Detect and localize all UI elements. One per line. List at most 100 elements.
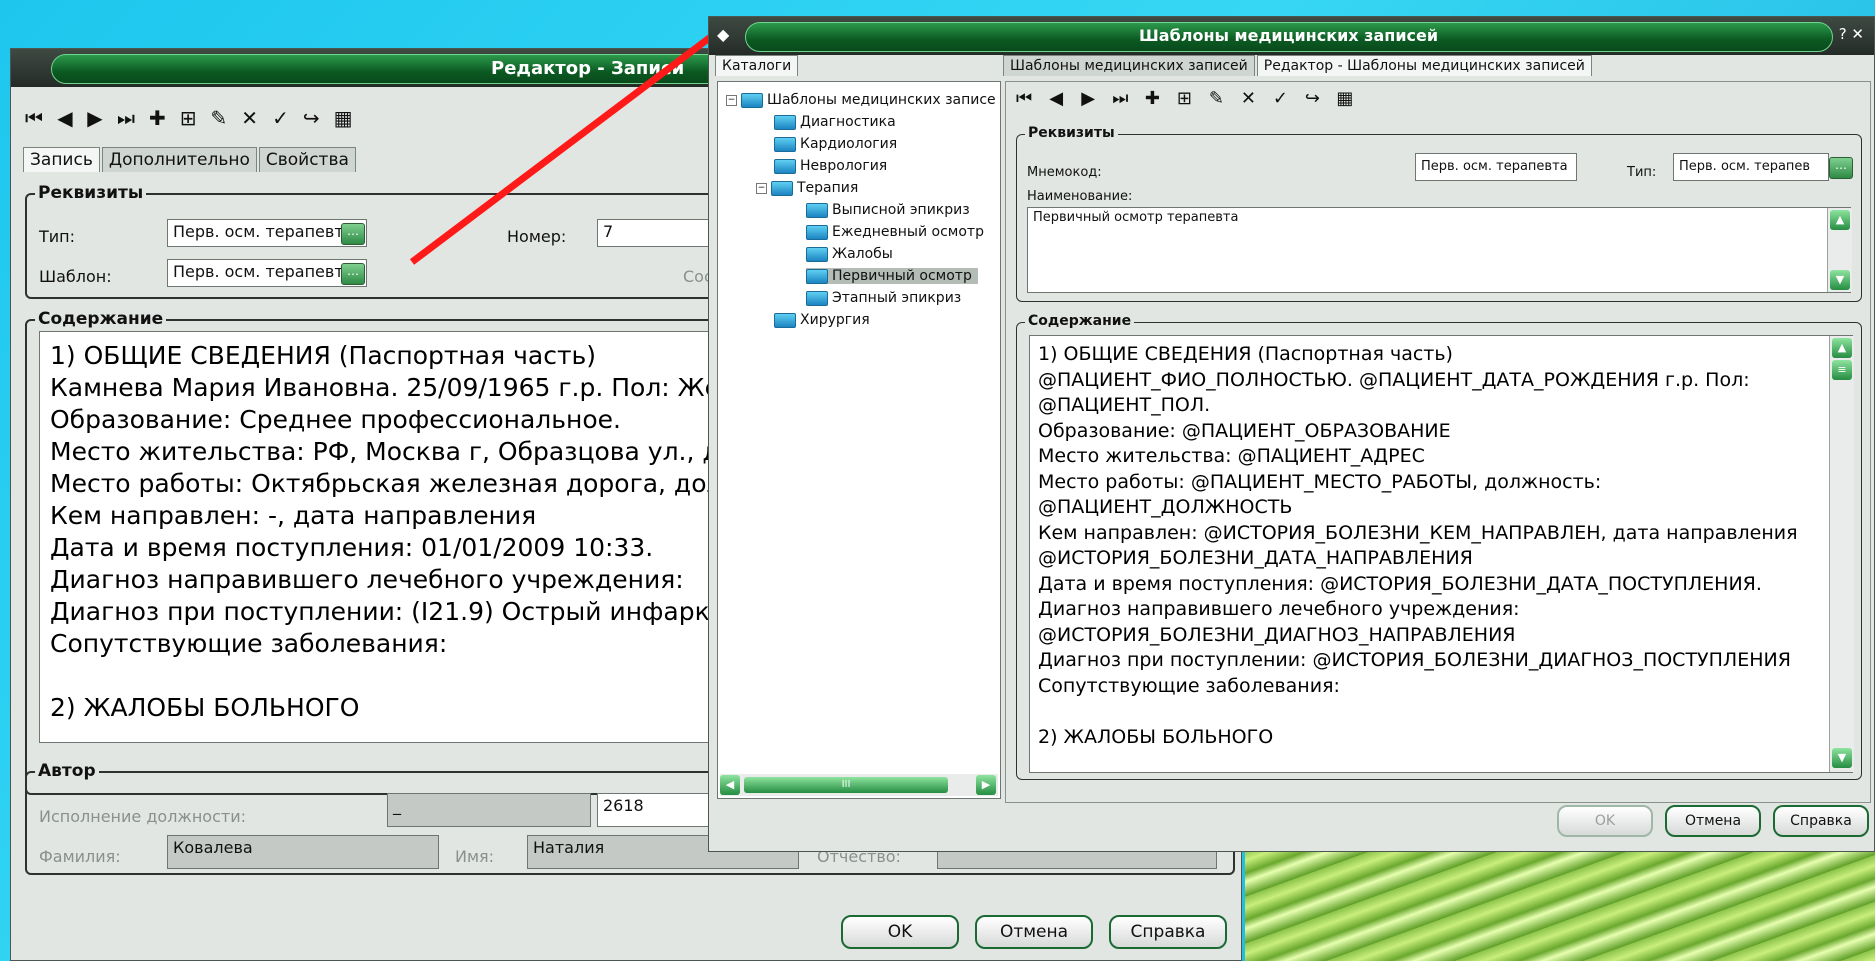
tree-hscrollbar[interactable]: ◀ III ▶ [720,774,998,796]
content-line: Сопутствующие заболевания: [1038,674,1340,697]
tree-label: Выписной эпикриз [832,202,970,218]
content-line: @ИСТОРИЯ_БОЛЕЗНИ_ДИАГНОЗ_НАПРАВЛЕНИЯ [1038,623,1516,646]
prev-record-icon[interactable]: ◀ [1048,88,1064,110]
folder-icon [806,224,828,240]
folder-icon [774,312,796,328]
content-line: Кем направлен: @ИСТОРИЯ_БОЛЕЗНИ_КЕМ_НАПР… [1038,521,1798,544]
tree-item-neurology[interactable]: Неврология [774,158,887,174]
content-line: Образование: @ПАЦИЕНТ_ОБРАЗОВАНИЕ [1038,419,1451,442]
redo-icon[interactable]: ↪ [1304,88,1320,110]
folder-icon [806,246,828,262]
apply-icon[interactable]: ✓ [1272,88,1288,110]
tree-label: Ежедневный осмотр [832,224,984,240]
tree-item-surgery[interactable]: Хирургия [774,312,870,328]
add-copy-icon[interactable]: ⊞ [1176,88,1192,110]
content-line: Диагноз при поступлении: @ИСТОРИЯ_БОЛЕЗН… [1038,649,1791,671]
calculator-icon[interactable]: ▦ [1336,88,1353,110]
name-field[interactable]: Первичный осмотр терапевта [1027,207,1851,293]
content-line: Место жительства: @ПАЦИЕНТ_АДРЕС [1038,445,1425,467]
scroll-down-icon[interactable]: ▼ [1832,748,1852,768]
templates-toolbar: ⏮ ◀ ▶ ⏭ ✚ ⊞ ✎ ✕ ✓ ↪ ▦ [1016,88,1353,110]
tree-label: Неврология [800,158,888,174]
templates-requisites-group: Реквизиты Мнемокод: Перв. осм. терапевта… [1016,125,1862,302]
folder-icon [741,92,763,108]
ok-button[interactable]: OK [1557,805,1653,837]
content-vscrollbar[interactable]: ▲ ≡ ▼ [1829,336,1854,772]
edit-icon[interactable]: ✎ [1208,88,1224,110]
name-vscrollbar[interactable]: ▲ ▼ [1827,208,1852,292]
folder-icon [774,114,796,130]
add-icon[interactable]: ✚ [1144,88,1160,110]
folder-icon [806,268,828,284]
tab-templates-editor[interactable]: Редактор - Шаблоны медицинских записей [1256,55,1592,76]
name-value: Первичный осмотр терапевта [1033,210,1239,225]
catalog-tree-pane: − Шаблоны медицинских записе Диагностика … [717,81,1001,799]
content-line: @ПАЦИЕНТ_ДОЛЖНОСТЬ [1038,496,1293,518]
scroll-down-icon[interactable]: ▼ [1830,270,1850,290]
templates-titlebar[interactable]: ◆ Шаблоны медицинских записей ? ✕ [709,17,1874,55]
folder-icon [806,290,828,306]
tree-label: Хирургия [800,312,870,328]
content-line: Дата и время поступления: @ИСТОРИЯ_БОЛЕЗ… [1038,572,1762,595]
content-label: Содержание [1025,313,1135,329]
content-line: 2) ЖАЛОБЫ БОЛЬНОГО [1038,725,1274,748]
templates-content-group: Содержание 1) ОБЩИЕ СВЕДЕНИЯ (Паспортная… [1016,313,1862,780]
folder-icon [774,136,796,152]
collapse-icon[interactable]: − [756,182,767,194]
mnemo-field[interactable]: Перв. осм. терапевта [1415,153,1577,181]
content-line: 1) ОБЩИЕ СВЕДЕНИЯ (Паспортная часть) [1038,343,1453,365]
tree-label: Первичный осмотр [832,268,972,284]
scroll-left-icon[interactable]: ◀ [720,775,740,795]
catalog-tab[interactable]: Каталоги [715,55,799,76]
templates-tabs: Шаблоны медицинских записей Редактор - Ш… [1003,55,1592,76]
mnemo-label: Мнемокод: [1027,165,1102,180]
tab-templates-list[interactable]: Шаблоны медицинских записей [1003,55,1255,76]
tree-root[interactable]: − Шаблоны медицинских записе [726,92,996,108]
folder-icon [771,180,793,196]
tree-item-discharge[interactable]: Выписной эпикриз [806,202,970,218]
content-line: Диагноз направившего лечебного учреждени… [1038,598,1520,620]
tree-item-stage[interactable]: Этапный эпикриз [806,290,961,306]
tree-item-cardiology[interactable]: Кардиология [774,136,897,152]
type-field[interactable]: Перв. осм. терапев [1673,153,1829,181]
type-label: Тип: [1627,165,1657,180]
scroll-thumb[interactable]: ≡ [1832,360,1852,380]
type-lookup-icon[interactable]: … [1829,157,1853,179]
content-line: @ИСТОРИЯ_БОЛЕЗНИ_ДАТА_НАПРАВЛЕНИЯ [1038,547,1473,569]
templates-content-text[interactable]: 1) ОБЩИЕ СВЕДЕНИЯ (Паспортная часть) @ПА… [1029,335,1853,773]
cancel-button[interactable]: Отмена [1665,805,1761,837]
content-line: @ПАЦИЕНТ_ФИО_ПОЛНОСТЬЮ. @ПАЦИЕНТ_ДАТА_РО… [1038,368,1750,391]
tree-item-therapy[interactable]: − Терапия [756,180,858,196]
tree-item-daily[interactable]: Ежедневный осмотр [806,224,984,240]
last-record-icon[interactable]: ⏭ [1112,88,1128,110]
scroll-up-icon[interactable]: ▲ [1832,338,1852,358]
templates-editor-panel: ⏮ ◀ ▶ ⏭ ✚ ⊞ ✎ ✕ ✓ ↪ ▦ Реквизиты Мнемокод… [1005,81,1871,803]
content-line [1038,699,1844,725]
tree-label: Терапия [797,180,859,196]
title-controls[interactable]: ? ✕ [1839,25,1864,43]
tree-item-complaints[interactable]: Жалобы [806,246,893,262]
delete-icon[interactable]: ✕ [1240,88,1256,110]
content-line: Место работы: @ПАЦИЕНТ_МЕСТО_РАБОТЫ, дол… [1038,470,1602,493]
tree-label: Кардиология [800,136,898,152]
scroll-up-icon[interactable]: ▲ [1830,210,1850,230]
folder-icon [774,158,796,174]
tree-item-primary[interactable]: Первичный осмотр [806,268,978,284]
folder-icon [806,202,828,218]
tree-item-diagnostics[interactable]: Диагностика [774,114,896,130]
tree-label: Диагностика [800,114,896,130]
collapse-icon[interactable]: − [726,94,737,106]
requisites-label: Реквизиты [1025,125,1118,141]
next-record-icon[interactable]: ▶ [1080,88,1096,110]
tree-label: Жалобы [832,246,893,262]
help-button[interactable]: Справка [1773,805,1869,837]
tree-label: Шаблоны медицинских записе [767,92,996,108]
tree-label: Этапный эпикриз [832,290,962,306]
templates-title: Шаблоны медицинских записей [1139,26,1439,45]
content-line: @ПАЦИЕНТ_ПОЛ. [1038,394,1211,416]
templates-window: ◆ Шаблоны медицинских записей ? ✕ Катало… [708,16,1875,852]
scroll-thumb[interactable]: III [744,777,948,793]
scroll-right-icon[interactable]: ▶ [976,775,996,795]
first-record-icon[interactable]: ⏮ [1016,88,1032,110]
name-label: Наименование: [1027,189,1133,204]
